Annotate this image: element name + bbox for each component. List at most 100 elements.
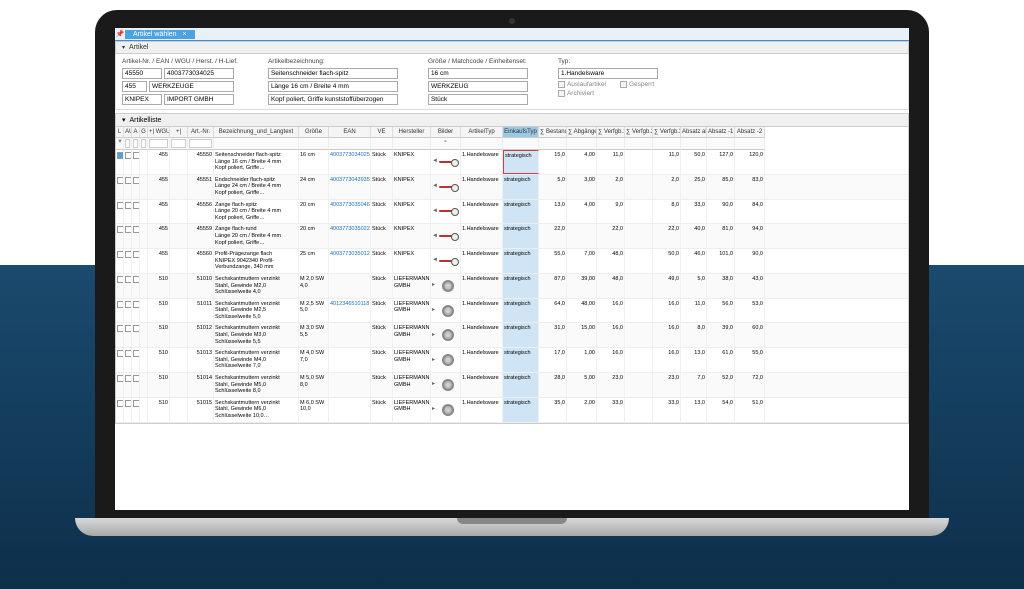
artikel-grid: L AU A G +| WGU +| Art.-Nr. Bezeichnung_… [115, 127, 909, 424]
tab-artikel-waehlen[interactable]: Artikel wählen × [125, 30, 195, 39]
nut-icon [442, 354, 454, 366]
col-hersteller[interactable]: Hersteller [393, 127, 431, 138]
col-bilder[interactable]: Bilder [431, 127, 461, 138]
col-ean[interactable]: EAN [329, 127, 371, 138]
input-bez1[interactable]: Seitenschneider flach-spitz [268, 68, 398, 79]
col-absatz-akt[interactable]: Absatz akt [681, 127, 707, 138]
input-wgu-name[interactable]: WERKZEUGE [149, 81, 234, 92]
col-plus2[interactable]: +| [170, 127, 188, 138]
input-wgu-code[interactable]: 455 [122, 81, 147, 92]
col-abgaenge[interactable]: ∑ Abgänge [567, 127, 597, 138]
input-bez2[interactable]: Länge 16 cm / Breite 4 mm [268, 81, 398, 92]
table-row[interactable]: 45545559Zange flach-rundLänge 20 cm / Br… [116, 224, 908, 249]
col-artnr[interactable]: Art.-Nr. [188, 127, 214, 138]
table-row[interactable]: 51051012Sechskantmuttern verzinktStahl, … [116, 323, 908, 348]
table-row[interactable]: 45545550Seitenschneider flach-spitzLänge… [116, 150, 908, 175]
nut-icon [442, 305, 454, 317]
einkaufstyp-cell: strategisch [503, 323, 539, 347]
ean-link[interactable] [329, 373, 371, 397]
einkaufstyp-cell: strategisch [503, 249, 539, 273]
pliers-icon [439, 258, 459, 264]
col-AU[interactable]: AU [124, 127, 132, 138]
tab-bar: 📌 Artikel wählen × [115, 28, 909, 41]
col-groesse[interactable]: Größe [299, 127, 329, 138]
row-checkbox[interactable] [117, 400, 124, 407]
col-bestand[interactable]: ∑ Bestand [539, 127, 567, 138]
ean-link[interactable] [329, 274, 371, 298]
ean-link[interactable] [329, 398, 371, 422]
col-ve[interactable]: VE [371, 127, 393, 138]
table-row[interactable]: 51051013Sechskantmuttern verzinktStahl, … [116, 348, 908, 373]
row-checkbox[interactable] [117, 226, 124, 233]
row-checkbox[interactable] [117, 202, 124, 209]
input-matchcode[interactable]: WERKZEUG [428, 81, 528, 92]
row-checkbox[interactable] [117, 276, 124, 283]
panel-artikelliste-header[interactable]: ▾ Artikelliste [115, 113, 909, 127]
row-checkbox[interactable] [117, 177, 124, 184]
row-checkbox[interactable] [117, 251, 124, 258]
row-checkbox[interactable] [117, 301, 124, 308]
panel-artikel-header[interactable]: ▾ Artikel [115, 41, 909, 54]
table-row[interactable]: 45545560Profil-Prägezange flachKNIPEX 90… [116, 249, 908, 274]
laptop-base [75, 518, 949, 536]
ean-link[interactable]: 4012346510118 [329, 299, 371, 323]
col-WGU[interactable]: +| WGU [148, 127, 170, 138]
checkbox-archiviert[interactable]: Archiviert [558, 90, 658, 97]
input-lieferant[interactable]: IMPORT GMBH [164, 94, 234, 105]
ean-link[interactable]: 4003773034025 [329, 150, 371, 174]
pliers-icon [439, 233, 459, 239]
chevron-down-icon: ▾ [122, 44, 125, 51]
row-checkbox[interactable] [117, 325, 124, 332]
pliers-icon [439, 184, 459, 190]
camera-dot [509, 18, 515, 24]
ean-link[interactable]: 4003773043935 [329, 175, 371, 199]
row-checkbox[interactable] [117, 375, 124, 382]
table-row[interactable]: 45545556Zange flach-spitzLänge 20 cm / B… [116, 200, 908, 225]
pliers-icon [439, 208, 459, 214]
nut-icon [442, 404, 454, 416]
table-row[interactable]: 51051015Sechskantmuttern verzinktStahl, … [116, 398, 908, 423]
col-einkaufstyp[interactable]: EinkaufsTyp [503, 127, 539, 138]
einkaufstyp-cell: strategisch [503, 200, 539, 224]
col-verfgb1[interactable]: ∑ Verfgb.1 [597, 127, 625, 138]
einkaufstyp-cell: strategisch [503, 150, 539, 174]
pin-icon[interactable]: 📌 [115, 30, 125, 38]
input-einheit[interactable]: Stück [428, 94, 528, 105]
grid-filter-row: ▼ ▫ [116, 138, 908, 150]
col-A[interactable]: A [132, 127, 140, 138]
checkbox-auslauf[interactable]: AuslaufartikelGesperrt [558, 81, 658, 88]
col-absatz-1[interactable]: Absatz -1 [707, 127, 735, 138]
ean-link[interactable]: 4003773035012 [329, 249, 371, 273]
input-ean[interactable]: 4003773034025 [164, 68, 234, 79]
ean-link[interactable] [329, 323, 371, 347]
input-bez3[interactable]: Kopf poliert, Griffe kunststoffüberzogen [268, 94, 398, 105]
input-hersteller[interactable]: KNIPEX [122, 94, 162, 105]
pliers-icon [439, 159, 459, 165]
nut-icon [442, 379, 454, 391]
col-absatz-2[interactable]: Absatz -2 [735, 127, 765, 138]
table-row[interactable]: 45545551Endschneider flach-spitzLänge 24… [116, 175, 908, 200]
input-artnr[interactable]: 45550 [122, 68, 162, 79]
ean-link[interactable] [329, 348, 371, 372]
row-checkbox[interactable] [117, 350, 124, 357]
ean-link[interactable]: 4003773035022 [329, 224, 371, 248]
label-groesse: Größe / Matchcode / Einheitenset: [428, 58, 528, 65]
col-bezeichnung[interactable]: Bezeichnung_und_Langtext [214, 127, 299, 138]
table-row[interactable]: 51051014Sechskantmuttern verzinktStahl, … [116, 373, 908, 398]
col-verfgb3[interactable]: ∑ Verfgb.3 [653, 127, 681, 138]
tab-close-icon[interactable]: × [183, 31, 187, 38]
table-row[interactable]: 51051010Sechskantmuttern verzinktStahl, … [116, 274, 908, 299]
col-artikeltyp[interactable]: ArtikelTyp [461, 127, 503, 138]
panel-liste-title: Artikelliste [130, 117, 162, 124]
filter-funnel-icon[interactable]: ▼ [116, 138, 124, 150]
input-groesse[interactable]: 16 cm [428, 68, 528, 79]
select-typ[interactable]: 1.Handelsware [558, 68, 658, 79]
filter-bilder-toggle[interactable]: ▫ [431, 138, 461, 150]
row-checkbox[interactable] [117, 152, 124, 159]
col-verfgb2[interactable]: ∑ Verfgb.2 [625, 127, 653, 138]
table-row[interactable]: 51051011Sechskantmuttern verzinktStahl, … [116, 299, 908, 324]
col-L[interactable]: L [116, 127, 124, 138]
ean-link[interactable]: 4003773035046 [329, 200, 371, 224]
col-G[interactable]: G [140, 127, 148, 138]
label-typ: Typ: [558, 58, 658, 65]
